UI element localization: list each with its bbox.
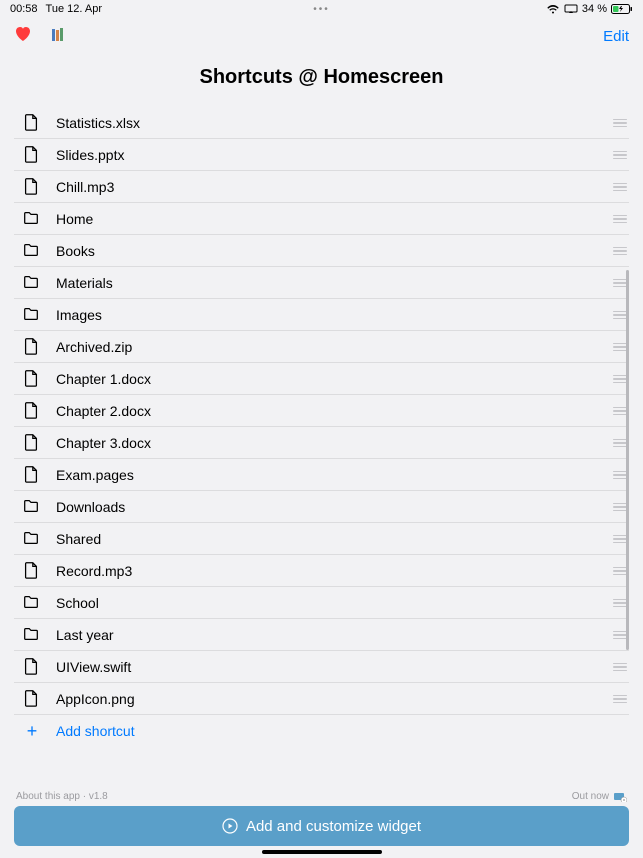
- list-item-label: Statistics.xlsx: [56, 115, 611, 131]
- list-item[interactable]: Exam.pages: [0, 459, 643, 491]
- list-item-label: Chapter 3.docx: [56, 435, 611, 451]
- list-item-label: Shared: [56, 531, 611, 547]
- list-item-label: Archived.zip: [56, 339, 611, 355]
- file-icon: [22, 369, 42, 389]
- home-indicator[interactable]: [262, 850, 382, 854]
- list-item[interactable]: Last year: [0, 619, 643, 651]
- list-item[interactable]: Downloads: [0, 491, 643, 523]
- list-item-label: AppIcon.png: [56, 691, 611, 707]
- list-item[interactable]: Slides.pptx: [0, 139, 643, 171]
- drag-handle-icon[interactable]: [611, 215, 629, 224]
- file-icon: [22, 337, 42, 357]
- list-item-label: Home: [56, 211, 611, 227]
- list-item[interactable]: Materials: [0, 267, 643, 299]
- play-circle-icon: [222, 818, 238, 834]
- list-item-label: Record.mp3: [56, 563, 611, 579]
- list-item[interactable]: Chill.mp3: [0, 171, 643, 203]
- status-bar: 00:58 Tue 12. Apr ••• 34 %: [0, 0, 643, 18]
- airplay-icon: [564, 4, 578, 14]
- list-item-label: Chapter 2.docx: [56, 403, 611, 419]
- file-icon: [22, 561, 42, 581]
- page-title: Shortcuts @ Homescreen: [0, 54, 643, 107]
- drag-handle-icon[interactable]: [611, 663, 629, 672]
- folder-icon: [22, 497, 42, 517]
- file-icon: [22, 465, 42, 485]
- plus-icon: +: [22, 721, 42, 741]
- list-item[interactable]: UIView.swift: [0, 651, 643, 683]
- file-icon: [22, 177, 42, 197]
- file-icon: [22, 433, 42, 453]
- add-shortcut-button[interactable]: + Add shortcut: [0, 715, 643, 747]
- list-item[interactable]: Chapter 2.docx: [0, 395, 643, 427]
- folder-icon: [22, 305, 42, 325]
- list-item-label: Exam.pages: [56, 467, 611, 483]
- list-item[interactable]: Images: [0, 299, 643, 331]
- list-item[interactable]: Home: [0, 203, 643, 235]
- list-item-label: Downloads: [56, 499, 611, 515]
- add-widget-button[interactable]: Add and customize widget: [14, 806, 629, 846]
- footer: About this app · v1.8 Out now Add and cu…: [0, 787, 643, 858]
- list-item-label: Last year: [56, 627, 611, 643]
- edit-button[interactable]: Edit: [603, 28, 629, 45]
- list-item-label: Slides.pptx: [56, 147, 611, 163]
- list-item[interactable]: Archived.zip: [0, 331, 643, 363]
- file-icon: [22, 401, 42, 421]
- list-item-label: Materials: [56, 275, 611, 291]
- list-item-label: Chapter 1.docx: [56, 371, 611, 387]
- folder-icon: [22, 209, 42, 229]
- about-app-link[interactable]: About this app · v1.8: [16, 791, 108, 802]
- status-time: 00:58: [10, 3, 38, 15]
- books-icon[interactable]: [50, 27, 66, 46]
- drag-handle-icon[interactable]: [611, 183, 629, 192]
- file-icon: [22, 113, 42, 133]
- nav-bar: Edit: [0, 18, 643, 54]
- list-item[interactable]: Record.mp3: [0, 555, 643, 587]
- multitask-dots-icon[interactable]: •••: [313, 4, 330, 15]
- list-item[interactable]: Statistics.xlsx: [0, 107, 643, 139]
- list-item-label: UIView.swift: [56, 659, 611, 675]
- list-item[interactable]: AppIcon.png: [0, 683, 643, 715]
- wifi-icon: [546, 4, 560, 14]
- drag-handle-icon[interactable]: [611, 119, 629, 128]
- out-now-link[interactable]: Out now: [572, 791, 627, 802]
- list-item[interactable]: Shared: [0, 523, 643, 555]
- folder-icon: [22, 241, 42, 261]
- battery-percent: 34 %: [582, 3, 607, 15]
- folder-icon: [22, 593, 42, 613]
- drag-handle-icon[interactable]: [611, 151, 629, 160]
- list-item-label: Images: [56, 307, 611, 323]
- list-item[interactable]: Chapter 1.docx: [0, 363, 643, 395]
- list-item[interactable]: Books: [0, 235, 643, 267]
- list-item[interactable]: Chapter 3.docx: [0, 427, 643, 459]
- battery-icon: [611, 4, 633, 14]
- shortcuts-list: Statistics.xlsx Slides.pptx Chill.mp3 Home B…: [0, 107, 643, 797]
- add-shortcut-label: Add shortcut: [56, 723, 135, 739]
- drag-handle-icon[interactable]: [611, 695, 629, 704]
- folder-icon: [22, 273, 42, 293]
- folder-icon: [22, 625, 42, 645]
- file-icon: [22, 689, 42, 709]
- list-item-label: Chill.mp3: [56, 179, 611, 195]
- file-icon: [22, 145, 42, 165]
- drag-handle-icon[interactable]: [611, 247, 629, 256]
- scroll-indicator[interactable]: [626, 270, 629, 650]
- list-item-label: Books: [56, 243, 611, 259]
- folder-icon: [22, 529, 42, 549]
- status-date: Tue 12. Apr: [46, 3, 102, 15]
- heart-icon[interactable]: [14, 26, 32, 47]
- list-item-label: School: [56, 595, 611, 611]
- file-icon: [22, 657, 42, 677]
- out-now-badge-icon: [613, 792, 627, 802]
- list-item[interactable]: School: [0, 587, 643, 619]
